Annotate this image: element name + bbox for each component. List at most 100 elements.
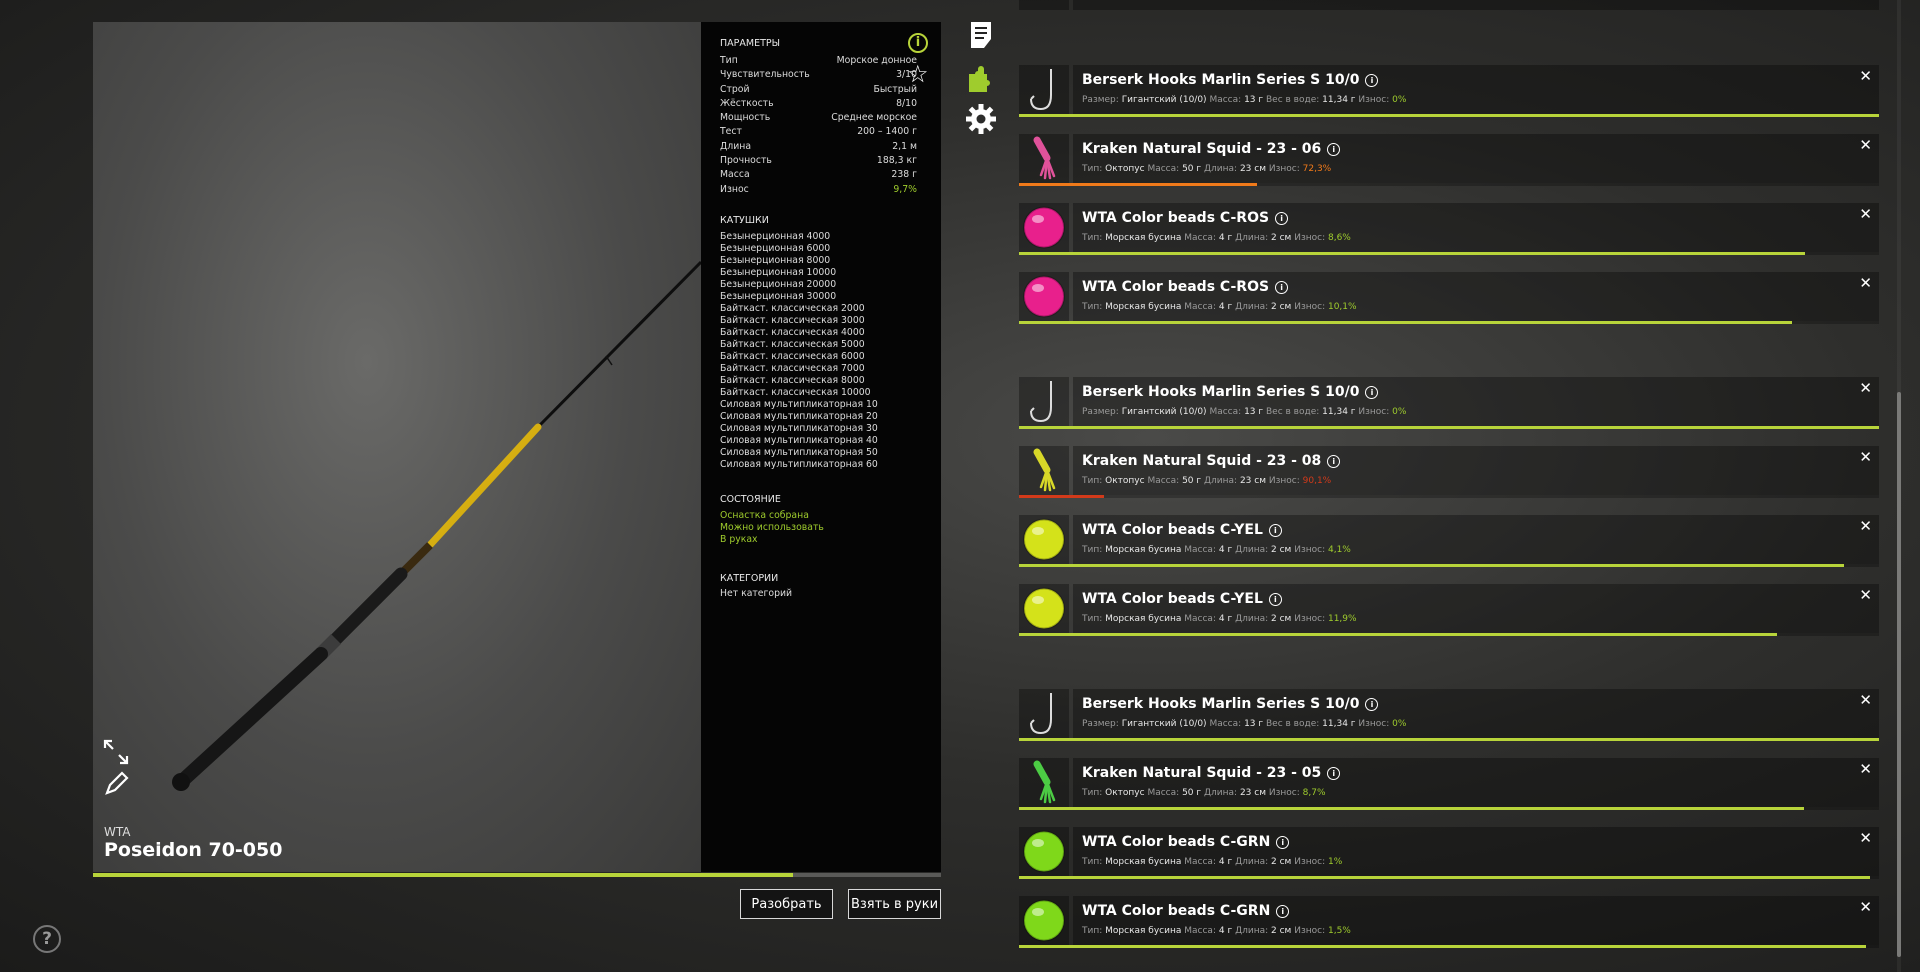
info-icon[interactable]: i [1268, 524, 1282, 537]
take-in-hands-button[interactable]: Взять в руки [848, 889, 941, 919]
info-icon[interactable]: i [1268, 593, 1282, 606]
puzzle-icon[interactable] [965, 62, 997, 94]
tackle-condition-bar [1019, 495, 1879, 498]
info-icon[interactable]: i [1327, 455, 1341, 468]
detail-label: Длина: [1235, 614, 1269, 624]
tackle-name-row: Berserk Hooks Marlin Series S 10/0 i [1082, 384, 1379, 400]
detail-value: 4 г [1218, 926, 1233, 936]
tackle-item[interactable]: Berserk Hooks Marlin Series S 10/0 i Разме… [1019, 689, 1879, 741]
list-item: Байткаст. классическая 8000 [720, 375, 865, 386]
scrollbar-thumb[interactable] [1897, 392, 1901, 957]
close-icon[interactable]: ✕ [1859, 379, 1872, 397]
tackle-condition-bar [1019, 321, 1879, 324]
info-icon[interactable]: i [1327, 143, 1341, 156]
gear-icon[interactable] [965, 103, 997, 135]
tackle-item[interactable]: Kraken Natural Squid - 23 - 08 i Тип: Окто… [1019, 446, 1879, 498]
detail-label: Масса: [1184, 545, 1216, 555]
detail-value: Гигантский (10/0) [1121, 95, 1207, 105]
detail-label: Масса: [1184, 233, 1216, 243]
info-icon[interactable]: i [1276, 836, 1290, 849]
tackle-details: Тип: Октопус Масса: 50 г Длина: 23 см Из… [1082, 476, 1331, 486]
close-icon[interactable]: ✕ [1859, 829, 1872, 847]
tackle-details: Размер: Гигантский (10/0) Масса: 13 г Ве… [1082, 95, 1406, 105]
fullscreen-icon[interactable] [103, 739, 129, 765]
tackle-condition-fill [1019, 495, 1105, 498]
tackle-thumbnail [1019, 827, 1069, 876]
tackle-item[interactable]: WTA Color beads C-YEL i Тип: Морская бусин… [1019, 515, 1879, 567]
tackle-name: WTA Color beads C-YEL [1082, 522, 1263, 538]
detail-label: Длина: [1203, 788, 1238, 798]
param-value: 8/10 [896, 97, 917, 109]
detail-label: Длина: [1203, 164, 1238, 174]
detail-label: Масса: [1209, 95, 1242, 105]
detail-value: 13 г [1244, 407, 1264, 417]
close-icon[interactable]: ✕ [1859, 274, 1872, 292]
info-icon[interactable]: i [1327, 767, 1341, 780]
document-icon[interactable] [965, 19, 997, 51]
detail-label: Износ: [1358, 95, 1390, 105]
tackle-item[interactable]: WTA Color beads C-GRN i Тип: Морская бусин… [1019, 827, 1879, 879]
tackle-name: WTA Color beads C-GRN [1082, 834, 1271, 850]
scrollbar[interactable] [1897, 0, 1901, 972]
wear-value: 0% [1392, 719, 1407, 729]
tackle-condition-fill [1019, 426, 1879, 429]
close-icon[interactable]: ✕ [1859, 898, 1872, 916]
tackle-list[interactable]: Berserk Hooks Marlin Series S 10/0 i Разме… [1019, 0, 1879, 972]
tackle-item-body: Kraken Natural Squid - 23 - 05 i Тип: Окто… [1073, 758, 1879, 807]
list-item: Безынерционная 4000 [720, 231, 831, 242]
detail-value: Октопус [1105, 476, 1145, 486]
tackle-item[interactable]: Berserk Hooks Marlin Series S 10/0 i Разме… [1019, 65, 1879, 117]
list-item: Можно использовать [720, 522, 824, 533]
param-label: Чувствительность [720, 69, 810, 81]
tackle-item-body: WTA Color beads C-ROS i Тип: Морская бусин… [1073, 272, 1879, 321]
tackle-name: Kraken Natural Squid - 23 - 06 [1082, 141, 1322, 157]
info-icon[interactable]: i [908, 33, 928, 53]
list-item: Силовая мультипликаторная 30 [720, 423, 878, 434]
detail-label: Масса: [1184, 926, 1216, 936]
tackle-item[interactable]: WTA Color beads C-ROS i Тип: Морская бусин… [1019, 272, 1879, 324]
tackle-condition-bar [1019, 633, 1879, 636]
close-icon[interactable]: ✕ [1859, 517, 1872, 535]
tackle-details: Тип: Морская бусина Масса: 4 г Длина: 2 … [1082, 233, 1351, 243]
detail-value: 50 г [1182, 476, 1202, 486]
tackle-item[interactable]: Berserk Hooks Marlin Series S 10/0 i Разме… [1019, 377, 1879, 429]
tackle-condition-bar [1019, 114, 1879, 117]
param-label: Износ [720, 183, 749, 195]
info-icon[interactable]: i [1365, 698, 1379, 711]
param-row: Износ 9,7% [720, 183, 917, 197]
info-icon[interactable]: i [1276, 905, 1290, 918]
list-item: В руках [720, 534, 758, 545]
detail-label: Масса: [1147, 164, 1180, 174]
tackle-item[interactable]: WTA Color beads C-ROS i Тип: Морская бусин… [1019, 203, 1879, 255]
list-item: Силовая мультипликаторная 60 [720, 459, 878, 470]
close-icon[interactable]: ✕ [1859, 691, 1872, 709]
wear-value: 1% [1327, 857, 1343, 867]
edit-icon[interactable] [103, 771, 129, 797]
close-icon[interactable]: ✕ [1859, 67, 1872, 85]
close-icon[interactable]: ✕ [1859, 205, 1872, 223]
close-icon[interactable]: ✕ [1859, 586, 1872, 604]
help-icon[interactable]: ? [33, 925, 61, 953]
detail-value: Морская бусина [1105, 614, 1182, 624]
info-icon[interactable]: i [1275, 281, 1289, 294]
tackle-item[interactable]: Kraken Natural Squid - 23 - 05 i Тип: Окто… [1019, 758, 1879, 810]
rod-viewer[interactable]: WTA Poseidon 70-050 [93, 22, 701, 872]
tackle-item[interactable]: WTA Color beads C-YEL i Тип: Морская бусин… [1019, 584, 1879, 636]
info-icon[interactable]: i [1365, 386, 1379, 399]
detail-value: 4 г [1218, 545, 1233, 555]
close-icon[interactable]: ✕ [1859, 136, 1872, 154]
detail-value: 23 см [1239, 476, 1266, 486]
detail-label: Износ: [1294, 302, 1326, 312]
close-icon[interactable]: ✕ [1859, 448, 1872, 466]
tackle-item[interactable]: WTA Color beads C-GRN i Тип: Морская бусин… [1019, 896, 1879, 948]
info-icon[interactable]: i [1275, 212, 1289, 225]
param-label: Строй [720, 83, 750, 95]
detail-label: Износ: [1294, 233, 1326, 243]
tackle-item[interactable]: Kraken Natural Squid - 23 - 06 i Тип: Окто… [1019, 134, 1879, 186]
close-icon[interactable]: ✕ [1859, 760, 1872, 778]
info-icon[interactable]: i [1365, 74, 1379, 87]
param-value: 188,3 кг [876, 155, 917, 167]
disassemble-button[interactable]: Разобрать [740, 889, 833, 919]
detail-value: 2 см [1271, 857, 1292, 867]
param-value: 238 г [891, 169, 917, 181]
